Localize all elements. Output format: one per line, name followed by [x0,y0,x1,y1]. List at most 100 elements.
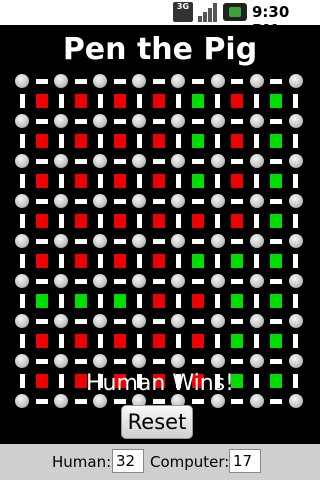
horizontal-line[interactable] [114,319,126,324]
horizontal-line[interactable] [231,119,243,124]
horizontal-line[interactable] [36,239,48,244]
vertical-line[interactable] [176,214,181,228]
vertical-line[interactable] [137,254,142,268]
vertical-line[interactable] [59,254,64,268]
horizontal-line[interactable] [75,119,87,124]
horizontal-line[interactable] [231,359,243,364]
vertical-line[interactable] [137,214,142,228]
vertical-line[interactable] [215,254,220,268]
horizontal-line[interactable] [36,279,48,284]
horizontal-line[interactable] [231,319,243,324]
vertical-line[interactable] [176,94,181,108]
horizontal-line[interactable] [231,159,243,164]
horizontal-line[interactable] [192,239,204,244]
horizontal-line[interactable] [153,239,165,244]
horizontal-line[interactable] [114,279,126,284]
vertical-line[interactable] [293,174,298,188]
vertical-line[interactable] [215,294,220,308]
horizontal-line[interactable] [192,319,204,324]
horizontal-line[interactable] [270,159,282,164]
vertical-line[interactable] [20,174,25,188]
vertical-line[interactable] [254,174,259,188]
horizontal-line[interactable] [36,199,48,204]
horizontal-line[interactable] [231,279,243,284]
horizontal-line[interactable] [270,279,282,284]
horizontal-line[interactable] [75,159,87,164]
vertical-line[interactable] [98,174,103,188]
vertical-line[interactable] [176,294,181,308]
vertical-line[interactable] [293,134,298,148]
horizontal-line[interactable] [192,399,204,404]
horizontal-line[interactable] [231,79,243,84]
vertical-line[interactable] [176,174,181,188]
vertical-line[interactable] [215,214,220,228]
horizontal-line[interactable] [192,119,204,124]
vertical-line[interactable] [20,294,25,308]
horizontal-line[interactable] [36,159,48,164]
horizontal-line[interactable] [270,359,282,364]
vertical-line[interactable] [98,134,103,148]
vertical-line[interactable] [254,254,259,268]
horizontal-line[interactable] [192,199,204,204]
horizontal-line[interactable] [192,359,204,364]
vertical-line[interactable] [254,334,259,348]
horizontal-line[interactable] [114,79,126,84]
vertical-line[interactable] [20,254,25,268]
vertical-line[interactable] [254,134,259,148]
horizontal-line[interactable] [270,399,282,404]
vertical-line[interactable] [293,254,298,268]
horizontal-line[interactable] [75,319,87,324]
vertical-line[interactable] [137,334,142,348]
vertical-line[interactable] [137,174,142,188]
vertical-line[interactable] [59,134,64,148]
vertical-line[interactable] [98,214,103,228]
vertical-line[interactable] [215,174,220,188]
horizontal-line[interactable] [153,159,165,164]
horizontal-line[interactable] [231,199,243,204]
horizontal-line[interactable] [36,359,48,364]
horizontal-line[interactable] [36,399,48,404]
vertical-line[interactable] [98,254,103,268]
horizontal-line[interactable] [114,199,126,204]
horizontal-line[interactable] [75,399,87,404]
vertical-line[interactable] [254,94,259,108]
horizontal-line[interactable] [270,199,282,204]
horizontal-line[interactable] [75,359,87,364]
reset-button[interactable]: Reset [121,405,193,439]
vertical-line[interactable] [293,214,298,228]
horizontal-line[interactable] [75,239,87,244]
horizontal-line[interactable] [153,399,165,404]
horizontal-line[interactable] [192,159,204,164]
vertical-line[interactable] [20,134,25,148]
horizontal-line[interactable] [75,79,87,84]
vertical-line[interactable] [98,334,103,348]
vertical-line[interactable] [254,294,259,308]
horizontal-line[interactable] [270,119,282,124]
vertical-line[interactable] [293,94,298,108]
horizontal-line[interactable] [36,319,48,324]
vertical-line[interactable] [176,134,181,148]
horizontal-line[interactable] [75,199,87,204]
vertical-line[interactable] [59,294,64,308]
vertical-line[interactable] [98,294,103,308]
vertical-line[interactable] [59,214,64,228]
horizontal-line[interactable] [153,319,165,324]
vertical-line[interactable] [176,334,181,348]
vertical-line[interactable] [59,94,64,108]
vertical-line[interactable] [293,294,298,308]
vertical-line[interactable] [59,334,64,348]
horizontal-line[interactable] [153,119,165,124]
horizontal-line[interactable] [270,79,282,84]
horizontal-line[interactable] [270,319,282,324]
horizontal-line[interactable] [231,239,243,244]
horizontal-line[interactable] [192,79,204,84]
horizontal-line[interactable] [114,239,126,244]
vertical-line[interactable] [137,94,142,108]
vertical-line[interactable] [20,94,25,108]
horizontal-line[interactable] [153,79,165,84]
horizontal-line[interactable] [114,119,126,124]
vertical-line[interactable] [215,94,220,108]
horizontal-line[interactable] [231,399,243,404]
vertical-line[interactable] [215,334,220,348]
vertical-line[interactable] [176,254,181,268]
